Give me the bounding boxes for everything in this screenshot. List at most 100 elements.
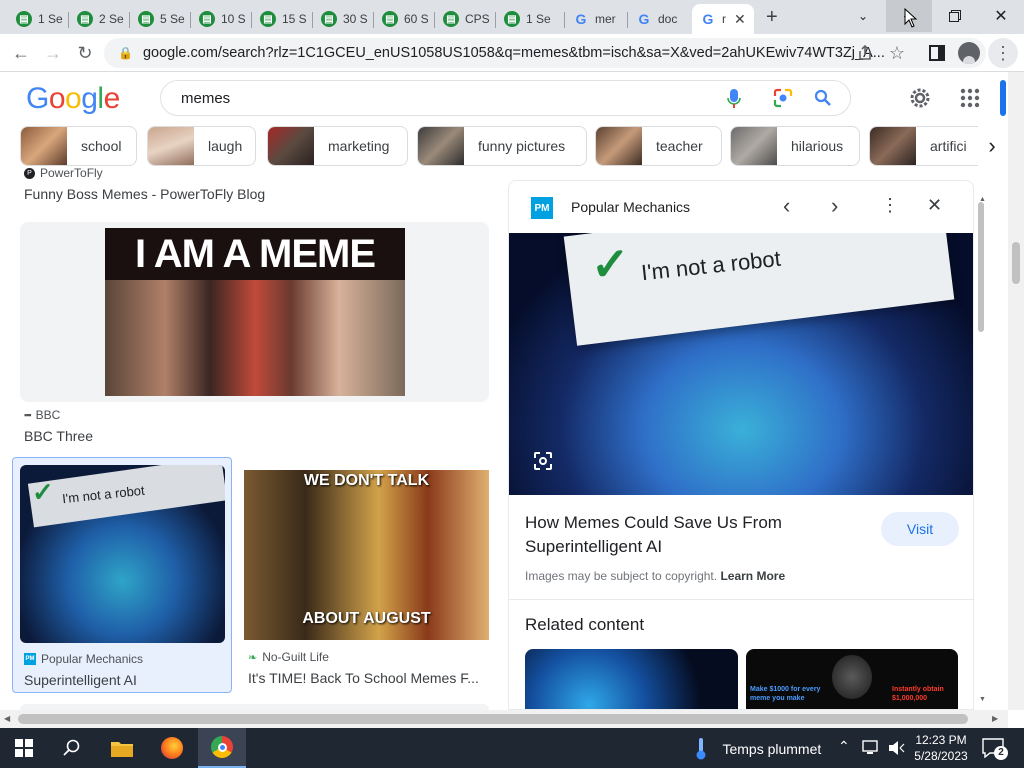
bookmark-button[interactable]: ☆	[882, 38, 912, 68]
chip-label: teacher	[656, 138, 703, 154]
browser-tab[interactable]: ▤ CPS	[435, 4, 496, 34]
browser-tab[interactable]: ▤ 1 Se	[8, 4, 69, 34]
panel-scrollbar[interactable]: ▲ ▼	[976, 196, 986, 708]
chip-artificial[interactable]: artifici	[869, 126, 979, 166]
panel-source[interactable]: Popular Mechanics	[571, 199, 690, 215]
search-box[interactable]: memes	[160, 80, 851, 116]
browser-tab[interactable]: Gmer	[565, 4, 628, 34]
microphone-icon[interactable]	[727, 89, 741, 109]
panel-title[interactable]: How Memes Could Save Us From Superintell…	[525, 511, 845, 559]
meme-image-we-dont-talk[interactable]: WE DON'T TALK ABOUT AUGUST	[244, 470, 489, 640]
browser-tab[interactable]: ▤ 30 S	[313, 4, 374, 34]
side-panel-button[interactable]	[922, 38, 952, 68]
restore-button[interactable]	[932, 0, 978, 32]
google-logo[interactable]: Google	[26, 82, 120, 116]
share-button[interactable]	[850, 38, 880, 68]
google-icon: G	[702, 11, 714, 27]
restore-icon	[949, 10, 961, 22]
result-title[interactable]: It's TIME! Back To School Memes F...	[248, 670, 488, 686]
show-hidden-icons-chevron-icon[interactable]: ⌃	[838, 738, 850, 755]
settings-gear-icon[interactable]	[908, 86, 932, 110]
browser-tab-active[interactable]: Gr ✕	[692, 4, 754, 34]
result-bbc[interactable]: ▪▪▪ BBC BBC Three	[24, 408, 494, 444]
windows-logo-icon	[15, 739, 33, 757]
related-image-meme-money[interactable]: Make $1000 for every meme you make Insta…	[746, 649, 958, 709]
related-image-ai-brain[interactable]	[525, 649, 738, 709]
chip-teacher[interactable]: teacher	[595, 126, 722, 166]
browser-tab[interactable]: ▤ 10 S	[191, 4, 252, 34]
file-explorer-button[interactable]	[98, 728, 146, 768]
browser-tab[interactable]: ▤ 15 S	[252, 4, 313, 34]
chip-thumbnail	[596, 127, 642, 165]
lens-search-button[interactable]	[529, 447, 557, 475]
apps-grid-icon[interactable]	[960, 88, 980, 108]
meme-image-i-am-a-meme: I AM A MEME	[105, 228, 405, 396]
chip-funny-pictures[interactable]: funny pictures	[417, 126, 587, 166]
forward-button[interactable]: →	[38, 38, 68, 68]
result-title[interactable]: Funny Boss Memes - PowerToFly Blog	[24, 186, 494, 202]
google-icon: G	[638, 11, 650, 27]
horizontal-scrollbar-thumb[interactable]	[18, 714, 968, 724]
sheets-icon: ▤	[138, 11, 154, 27]
tab-title: 15 S	[282, 12, 307, 26]
tab-search-chevron-icon[interactable]: ⌄	[840, 0, 886, 32]
next-image-button[interactable]: ›	[831, 193, 838, 219]
chrome-button[interactable]	[198, 728, 246, 768]
result-popular-mechanics-selected[interactable]: ✓ I'm not a robot PM Popular Mechanics Su…	[12, 457, 232, 693]
search-icon[interactable]	[814, 89, 832, 107]
chip-marketing[interactable]: marketing	[267, 126, 408, 166]
previous-image-button[interactable]: ‹	[783, 193, 790, 219]
chips-next-button[interactable]: ›	[978, 126, 1006, 166]
lens-icon[interactable]	[773, 88, 793, 108]
firefox-button[interactable]	[148, 728, 196, 768]
result-no-guilt-life[interactable]: ❧ No-Guilt Life It's TIME! Back To School…	[248, 650, 488, 686]
tab-title: 60 S	[404, 12, 429, 26]
result-powertofly[interactable]: P PowerToFly Funny Boss Memes - PowerToFl…	[24, 166, 494, 202]
browser-tab[interactable]: ▤ 60 S	[374, 4, 435, 34]
page-scrollbar[interactable]	[1008, 72, 1024, 710]
chip-thumbnail	[21, 127, 67, 165]
close-icon: ✕	[927, 195, 943, 215]
notifications-button[interactable]: 2	[982, 738, 1008, 763]
scrollbar-thumb[interactable]	[978, 202, 984, 332]
account-avatar-edge[interactable]	[1000, 80, 1006, 116]
chevron-left-icon: ‹	[783, 193, 791, 218]
sheets-icon: ▤	[260, 11, 276, 27]
browser-tab[interactable]: Gdoc	[628, 4, 692, 34]
new-tab-button[interactable]: +	[766, 6, 778, 29]
result-title[interactable]: Superintelligent AI	[24, 672, 143, 688]
learn-more-link[interactable]: Learn More	[720, 569, 785, 583]
chip-hilarious[interactable]: hilarious	[730, 126, 860, 166]
browser-tab[interactable]: ▤ 5 Se	[130, 4, 191, 34]
profile-button[interactable]	[954, 38, 984, 68]
reload-button[interactable]: ↻	[70, 38, 100, 68]
chip-laugh[interactable]: laugh	[147, 126, 256, 166]
clock[interactable]: 12:23 PM 5/28/2023	[910, 732, 972, 764]
close-icon: ✕	[994, 8, 1008, 25]
browser-tab[interactable]: ▤ 1 Se	[496, 4, 565, 34]
preview-image[interactable]: ✓ I'm not a robot	[509, 233, 973, 495]
taskbar-search-button[interactable]	[48, 728, 96, 768]
start-button[interactable]	[0, 728, 48, 768]
result-bbc-image-frame[interactable]: I AM A MEME	[20, 222, 489, 402]
avatar	[958, 42, 980, 64]
page-scrollbar-thumb[interactable]	[1012, 242, 1020, 284]
chrome-menu-button[interactable]: ⋮	[988, 38, 1018, 68]
weather-widget[interactable]: Temps plummet	[694, 738, 821, 760]
browser-tab[interactable]: ▤ 2 Se	[69, 4, 130, 34]
network-icon[interactable]	[862, 740, 880, 756]
tab-title: 2 Se	[99, 12, 124, 26]
horizontal-scrollbar[interactable]: ◀ ▶	[0, 710, 1008, 728]
result-title[interactable]: BBC Three	[24, 428, 494, 444]
chip-school[interactable]: school	[20, 126, 137, 166]
panel-close-button[interactable]: ✕	[927, 195, 942, 216]
panel-more-button[interactable]: ⋮	[881, 195, 899, 216]
copyright-notice: Images may be subject to copyright. Lear…	[525, 569, 785, 583]
close-window-button[interactable]: ✕	[978, 0, 1024, 32]
volume-icon[interactable]	[888, 740, 906, 756]
visit-button[interactable]: Visit	[881, 512, 959, 546]
search-input[interactable]: memes	[181, 90, 230, 107]
back-button[interactable]: ←	[6, 38, 36, 68]
divider	[509, 599, 973, 600]
close-tab-icon[interactable]: ✕	[734, 11, 746, 28]
